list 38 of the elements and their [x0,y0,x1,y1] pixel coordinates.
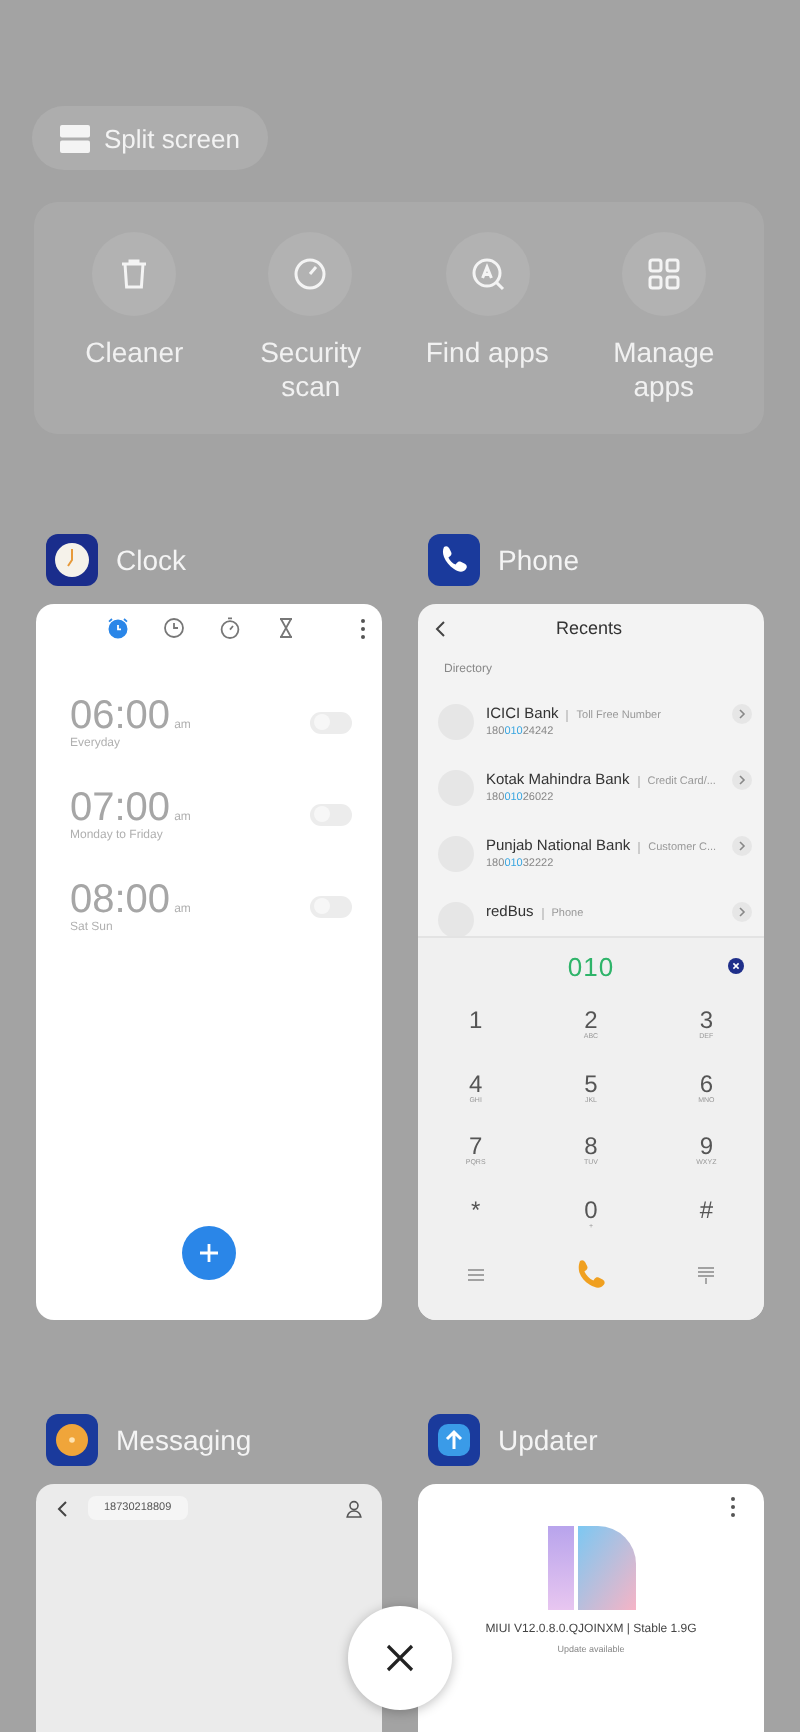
stopwatch-tab-icon[interactable] [218,616,242,640]
clear-icon[interactable] [728,958,744,974]
chevron-icon[interactable] [732,770,752,790]
phone-app-icon [428,534,480,586]
back-icon[interactable] [56,1499,68,1517]
clock-app-icon [46,534,98,586]
timer-tab-icon[interactable] [274,616,298,640]
split-screen-icon [60,123,90,153]
dialed-number: 010 [567,951,615,981]
call-icon[interactable] [574,1258,607,1290]
app-title: Clock [116,544,187,576]
plus-icon [198,1242,220,1264]
chevron-icon[interactable] [732,836,752,856]
screen-title: Recents [553,618,625,638]
messaging-app-icon [46,1414,98,1466]
menu-icon[interactable] [467,1267,484,1281]
alarm-tab-icon[interactable] [106,616,130,640]
person-icon[interactable] [346,1499,362,1517]
close-icon [386,1644,414,1672]
updater-app-icon [428,1414,480,1466]
dial-key[interactable]: # [648,1185,764,1248]
more-icon[interactable] [360,617,366,639]
gauge-icon [292,256,329,292]
miui-logo [545,1524,637,1612]
clock-tab-icon[interactable] [162,616,186,640]
app-title: Phone [498,544,579,576]
add-alarm-button[interactable] [182,1226,236,1280]
chevron-icon[interactable] [732,704,752,724]
dialpad-icon[interactable] [698,1265,715,1283]
back-icon[interactable] [434,619,446,637]
dial-key[interactable]: * [418,1185,534,1248]
app-title: Messaging [116,1424,252,1456]
chevron-icon[interactable] [732,902,752,922]
more-icon[interactable] [730,1496,736,1518]
app-search-icon [469,256,506,292]
dial-key[interactable]: 1 [418,996,534,1059]
app-grid-icon [645,256,682,292]
app-title: Updater [498,1424,598,1456]
